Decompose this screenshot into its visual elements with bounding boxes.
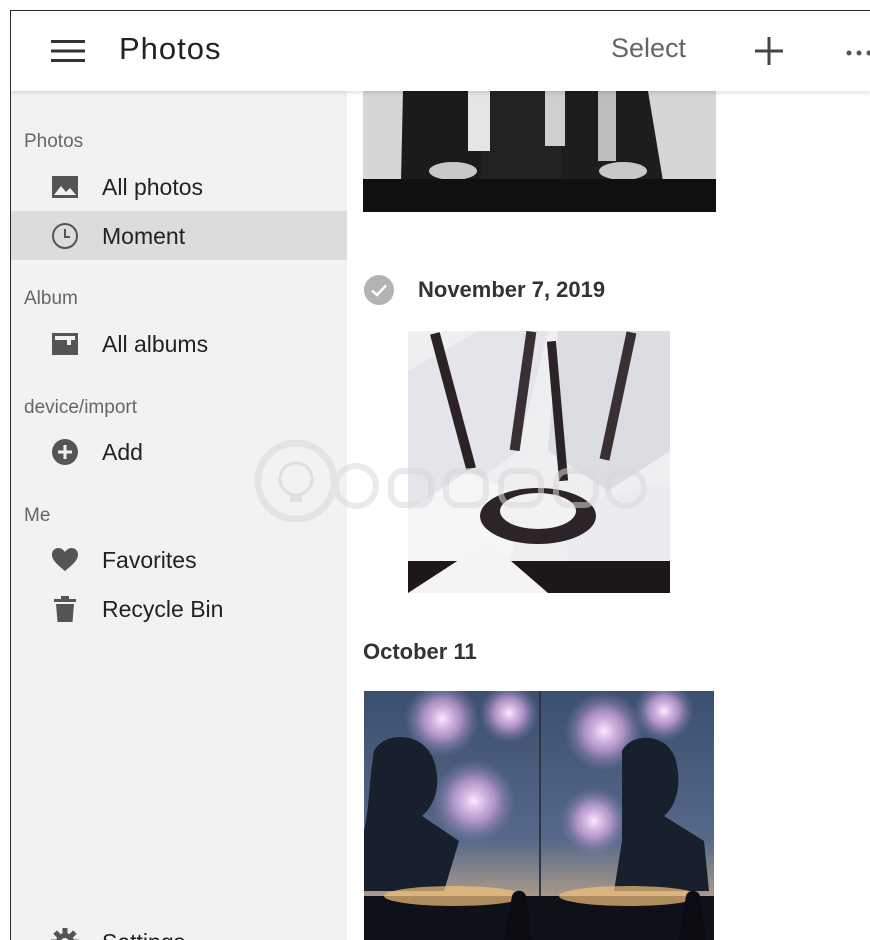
sidebar-item-label: Settings: [102, 929, 185, 940]
sidebar-item-settings[interactable]: Settings: [11, 917, 347, 940]
photo-image: [408, 331, 670, 593]
section-label-photos: Photos: [24, 131, 83, 153]
gear-icon: [51, 928, 79, 940]
section-label-me: Me: [24, 505, 50, 527]
sidebar-item-label: Moment: [102, 223, 185, 250]
photo-thumbnail[interactable]: [408, 331, 670, 593]
sidebar-item-label: All photos: [102, 174, 203, 201]
sidebar-item-favorites[interactable]: Favorites: [11, 535, 347, 584]
sidebar-item-label: Add: [102, 439, 143, 466]
photo-image: [364, 691, 714, 940]
plus-icon[interactable]: [753, 35, 785, 67]
trash-icon: [51, 595, 79, 623]
sidebar-item-add[interactable]: Add: [11, 427, 347, 476]
sidebar-item-label: Favorites: [102, 547, 197, 574]
add-circle-icon: [51, 438, 79, 466]
moments-content: November 7, 2019 October 11: [347, 91, 870, 940]
photos-app-window: Photos Select Photos All photos M: [10, 10, 870, 940]
sidebar-item-all-photos[interactable]: All photos: [11, 162, 347, 211]
sidebar-item-all-albums[interactable]: All albums: [11, 319, 347, 368]
photo-thumbnail[interactable]: [364, 691, 714, 940]
sidebar: Photos All photos Moment Album All album…: [11, 91, 347, 940]
heart-icon: [51, 546, 79, 574]
select-button[interactable]: Select: [611, 33, 686, 64]
app-header: Photos Select: [11, 11, 870, 91]
sidebar-item-recycle-bin[interactable]: Recycle Bin: [11, 584, 347, 633]
group-date-heading: November 7, 2019: [418, 277, 605, 303]
photo-thumbnail[interactable]: [363, 91, 716, 212]
section-label-device-import: device/import: [24, 397, 137, 419]
sidebar-item-label: Recycle Bin: [102, 596, 223, 623]
album-icon: [51, 330, 79, 358]
select-group-check-icon[interactable]: [363, 274, 395, 306]
sidebar-item-label: All albums: [102, 331, 208, 358]
hamburger-menu-icon[interactable]: [51, 39, 85, 63]
sidebar-item-moment[interactable]: Moment: [11, 211, 347, 260]
image-icon: [51, 173, 79, 201]
group-date-heading: October 11: [363, 639, 477, 665]
section-label-album: Album: [24, 288, 78, 310]
clock-icon: [51, 222, 79, 250]
more-dots-icon[interactable]: [845, 49, 870, 57]
photo-image: [363, 91, 716, 212]
app-title: Photos: [119, 31, 222, 67]
